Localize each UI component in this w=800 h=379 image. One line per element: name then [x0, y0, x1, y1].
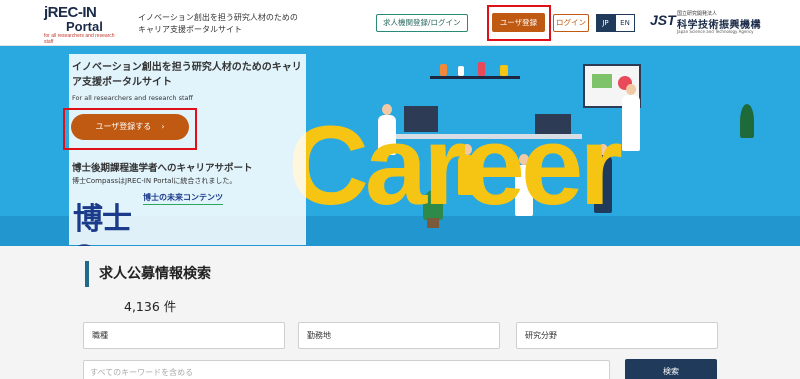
person-head [626, 84, 636, 95]
hero-subtitle: For all researchers and research staff [72, 94, 194, 102]
login-button[interactable]: ログイン [553, 14, 589, 32]
hero-info-panel: イノベーション創出を担う研究人材のためのキャリア支援ポータルサイト For al… [63, 54, 306, 246]
hero-register-button[interactable]: ユーザ登録する › [71, 114, 189, 140]
location-select[interactable]: 勤務地 [298, 322, 500, 349]
logo-line3: for all researchers and research staff [44, 33, 115, 45]
chart-icon [592, 74, 612, 88]
lang-jp-button[interactable]: JP [596, 14, 615, 32]
hero-register-label: ユーザ登録する [95, 122, 152, 131]
doctor-support-title[interactable]: 博士後期課程進学者へのキャリアサポート [72, 160, 253, 174]
tagline-line1: イノベーション創出を担う研究人材のための [138, 13, 298, 22]
doctor-support-subtitle: 博士CompassはJREC-IN Portalに統合されました。 [72, 177, 237, 185]
researcher-figure [622, 95, 640, 151]
hero-banner: Career イノベーション創出を担う研究人材のためのキャリア支援ポータルサイト… [0, 46, 800, 246]
keyword-input[interactable]: すべてのキーワードを含める [83, 360, 610, 379]
plant-icon [740, 104, 754, 138]
header-tagline: イノベーション創出を担う研究人材のための キャリア支援ポータルサイト [138, 12, 298, 36]
flask-icon [440, 64, 447, 76]
flask-icon [500, 65, 508, 76]
register-button[interactable]: ユーザ登録 [492, 13, 545, 32]
jst-mark: JST [650, 12, 676, 28]
flask-icon [458, 66, 464, 76]
hakase-compass-logo[interactable]: 博士の未来コンテンツ 博士Compass [73, 192, 257, 246]
logo-line1: jREC-IN [44, 4, 97, 21]
job-type-select[interactable]: 職種 [83, 322, 285, 349]
compass-main-text: 博士Compass [73, 203, 202, 246]
jst-english-name: Japan Science and Technology Agency [677, 29, 754, 34]
job-count: 4,136 件 [124, 299, 177, 314]
org-login-button[interactable]: 求人機関登録/ログイン [376, 14, 468, 32]
lab-shelf [430, 76, 520, 79]
hero-title: イノベーション創出を担う研究人材のためのキャリア支援ポータルサイト [72, 62, 302, 88]
flask-icon [478, 62, 485, 76]
search-section-title: 求人公募情報検索 [85, 261, 211, 287]
lang-en-button[interactable]: EN [615, 14, 635, 32]
tagline-line2: キャリア支援ポータルサイト [138, 25, 242, 34]
logo-line2: Portal [66, 19, 103, 34]
jst-logo[interactable]: JST 国立研究開発法人 科学技術振興機構 Japan Science and … [650, 10, 770, 36]
career-graphic-text: Career [288, 103, 623, 228]
site-header: jREC-IN Portal for all researchers and r… [0, 0, 800, 46]
search-button[interactable]: 検索 [625, 359, 717, 379]
chevron-right-icon: › [161, 122, 165, 131]
jrec-in-logo[interactable]: jREC-IN Portal for all researchers and r… [44, 4, 116, 45]
research-field-select[interactable]: 研究分野 [516, 322, 718, 349]
